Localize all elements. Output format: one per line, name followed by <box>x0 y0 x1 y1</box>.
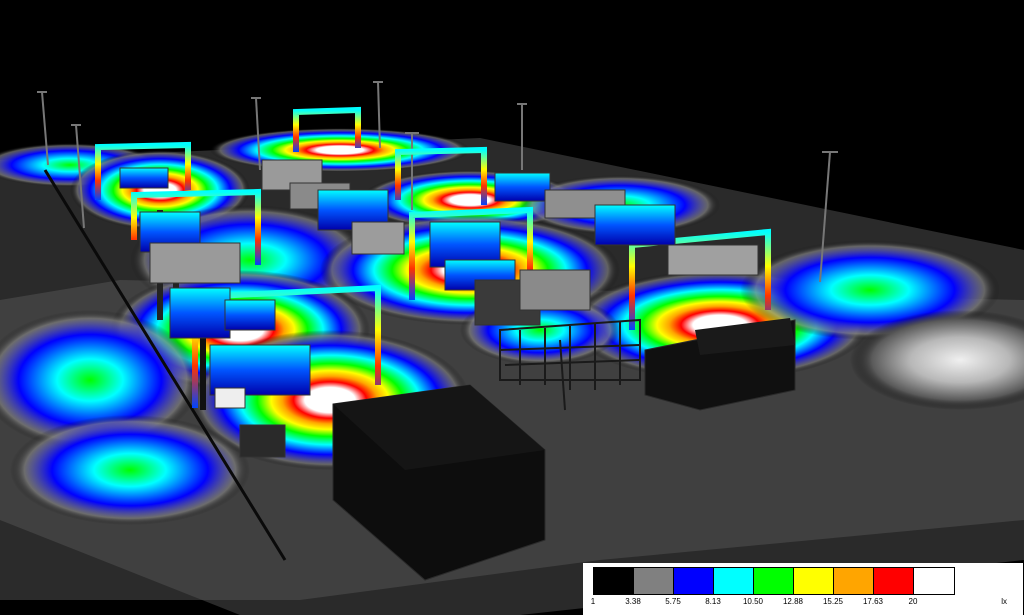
illuminance-scene <box>0 81 1024 615</box>
legend-swatch <box>834 568 874 594</box>
illuminance-legend: 1 3.38 5.75 8.13 10.50 12.88 15.25 17.63… <box>583 563 1023 615</box>
legend-swatch <box>874 568 914 594</box>
legend-color-bar <box>593 567 955 595</box>
legend-tick: 12.88 <box>782 597 804 606</box>
legend-swatch <box>674 568 714 594</box>
legend-tick: 5.75 <box>665 597 681 606</box>
legend-ticks: 1 3.38 5.75 8.13 10.50 12.88 15.25 17.63… <box>583 597 1023 611</box>
legend-swatch <box>594 568 634 594</box>
legend-tick: 10.50 <box>742 597 764 606</box>
legend-tick: 15.25 <box>822 597 844 606</box>
legend-tick: 1 <box>590 597 596 606</box>
legend-tick: 3.38 <box>625 597 641 606</box>
legend-unit: lx <box>1001 597 1007 606</box>
legend-swatch <box>914 568 954 594</box>
legend-swatch <box>754 568 794 594</box>
legend-swatch <box>714 568 754 594</box>
legend-tick: 8.13 <box>705 597 721 606</box>
legend-tick: 20 <box>908 597 918 606</box>
legend-tick: 17.63 <box>862 597 884 606</box>
legend-swatch <box>634 568 674 594</box>
legend-swatch <box>794 568 834 594</box>
